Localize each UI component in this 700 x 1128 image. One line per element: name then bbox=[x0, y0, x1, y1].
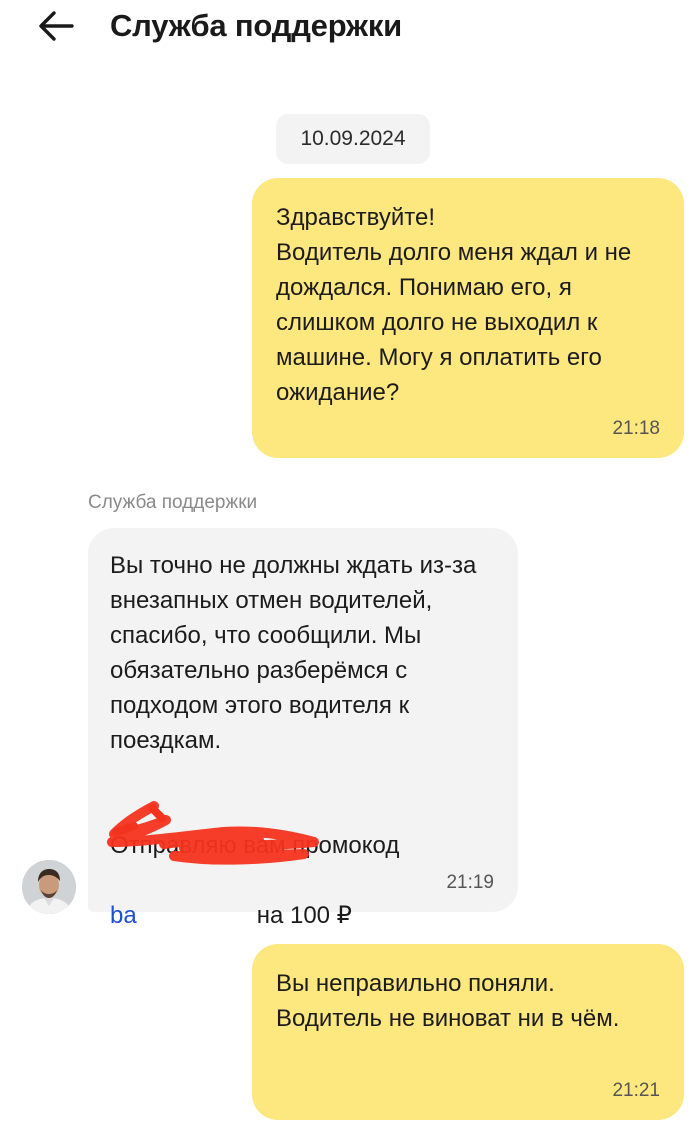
message-text: Здравствуйте! Водитель долго меня ждал и… bbox=[276, 204, 632, 406]
promo-text: Отправляю вам промокод bbox=[110, 832, 400, 859]
app-header: Служба поддержки bbox=[0, 0, 700, 60]
date-separator: 10.09.2024 bbox=[276, 114, 430, 164]
outgoing-message[interactable]: Здравствуйте! Водитель долго меня ждал и… bbox=[252, 178, 684, 458]
incoming-message[interactable]: Вы точно не должны ждать из-за внезапных… bbox=[88, 528, 518, 929]
message-time: 21:19 bbox=[446, 872, 494, 893]
message-time: 21:21 bbox=[612, 1080, 660, 1101]
message-text: Вы неправильно поняли. Водитель не винов… bbox=[276, 970, 620, 1032]
avatar-photo bbox=[22, 860, 76, 914]
page-title: Служба поддержки bbox=[110, 8, 402, 43]
back-button[interactable] bbox=[34, 8, 78, 44]
outgoing-message[interactable]: Вы неправильно поняли. Водитель не винов… bbox=[252, 944, 684, 1120]
message-text: Вы точно не должны ждать из-за внезапных… bbox=[110, 552, 477, 754]
promo-value: на 100 ₽ bbox=[256, 902, 352, 929]
sender-name: Служба поддержки bbox=[88, 492, 258, 513]
arrow-left-icon bbox=[39, 11, 74, 41]
message-time: 21:18 bbox=[612, 418, 660, 439]
promo-code-link[interactable]: ba bbox=[110, 902, 137, 929]
promo-paragraph: Отправляю вам промокод ba на 100 ₽ bbox=[110, 793, 500, 933]
support-agent-avatar[interactable] bbox=[22, 860, 76, 914]
